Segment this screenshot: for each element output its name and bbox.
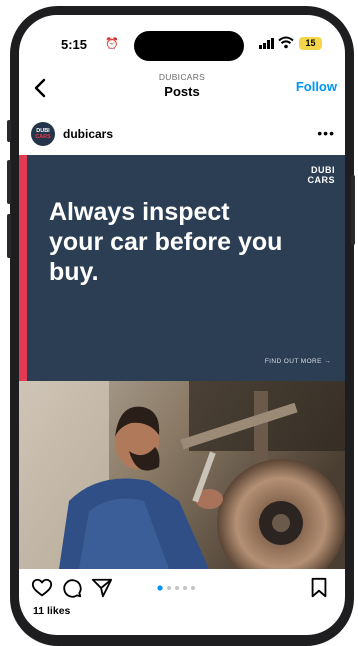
post-banner: DUBI CARS Always inspect your car before… — [19, 155, 345, 381]
bookmark-icon[interactable] — [309, 577, 329, 599]
side-button-power — [351, 175, 355, 245]
phone-screen: 5:15 ⏰ 15 DUBICARS Posts Follow DUBI CAR… — [19, 15, 345, 635]
status-time: 5:15 — [61, 37, 88, 52]
nav-bar: DUBICARS Posts Follow — [19, 67, 345, 111]
post-actions — [19, 572, 345, 604]
brand-logo-bottom: CARS — [307, 175, 335, 185]
signal-icon — [259, 38, 274, 49]
battery-indicator: 15 — [299, 37, 322, 50]
heart-icon[interactable] — [31, 577, 53, 599]
side-button-volume-down — [7, 214, 11, 258]
side-button-mute — [7, 120, 11, 142]
banner-headline: Always inspect your car before you buy. — [49, 198, 283, 286]
post-username[interactable]: dubicars — [63, 127, 113, 141]
dynamic-island — [134, 31, 244, 61]
more-icon[interactable]: ••• — [317, 125, 335, 141]
status-bar: 5:15 ⏰ 15 — [19, 15, 345, 61]
brand-logo-top: DUBI — [311, 165, 335, 175]
follow-button[interactable]: Follow — [296, 79, 337, 94]
post-header: DUBI CARS dubicars ••• — [19, 117, 345, 151]
likes-count[interactable]: 11 likes — [33, 605, 70, 617]
brand-logo: DUBI CARS — [307, 165, 335, 185]
comment-icon[interactable] — [61, 577, 83, 599]
alarm-icon: ⏰ — [105, 38, 119, 50]
carousel-indicator — [157, 585, 195, 591]
post-photo — [19, 381, 345, 569]
find-out-more-link: FIND OUT MORE → — [264, 358, 331, 365]
banner-accent-stripe — [19, 155, 27, 381]
avatar-text-top: DUBI — [36, 127, 50, 134]
avatar[interactable]: DUBI CARS — [31, 122, 55, 146]
wifi-icon — [278, 36, 294, 49]
share-icon[interactable] — [91, 577, 113, 599]
side-button-volume-up — [7, 160, 11, 204]
avatar-text-bottom: CARS — [35, 134, 51, 140]
